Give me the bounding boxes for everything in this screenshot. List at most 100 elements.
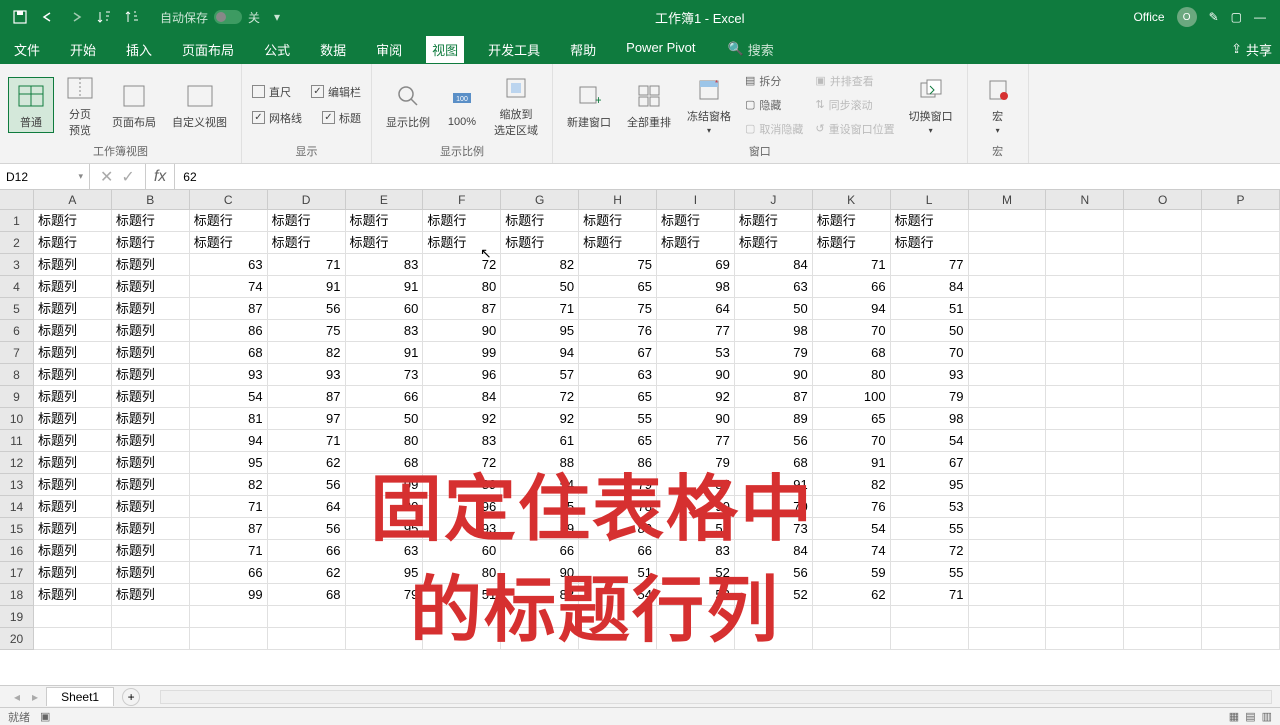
cell[interactable]: 标题列 bbox=[34, 298, 112, 320]
cell[interactable]: 90 bbox=[735, 364, 813, 386]
normal-view-icon[interactable]: ▦ bbox=[1229, 710, 1239, 723]
cell[interactable] bbox=[735, 606, 813, 628]
cell[interactable]: 67 bbox=[579, 342, 657, 364]
cell[interactable] bbox=[1124, 386, 1202, 408]
row-header[interactable]: 6 bbox=[0, 320, 34, 342]
cell[interactable]: 87 bbox=[268, 386, 346, 408]
cell[interactable] bbox=[657, 606, 735, 628]
cell[interactable] bbox=[1046, 342, 1124, 364]
cell[interactable]: 标题行 bbox=[112, 210, 190, 232]
headings-checkbox[interactable]: ✓标题 bbox=[320, 108, 363, 128]
cell[interactable]: 标题列 bbox=[34, 276, 112, 298]
row-header[interactable]: 3 bbox=[0, 254, 34, 276]
row-header[interactable]: 11 bbox=[0, 430, 34, 452]
column-header[interactable]: N bbox=[1046, 190, 1124, 209]
arrange-all-button[interactable]: 全部重排 bbox=[621, 78, 677, 132]
page-break-preview-button[interactable]: 分页 预览 bbox=[58, 70, 102, 140]
cell[interactable] bbox=[1124, 210, 1202, 232]
cell[interactable]: 54 bbox=[501, 474, 579, 496]
cell[interactable]: 标题列 bbox=[112, 452, 190, 474]
cell[interactable]: 66 bbox=[268, 540, 346, 562]
cell[interactable] bbox=[1046, 232, 1124, 254]
cell[interactable] bbox=[969, 452, 1047, 474]
cell[interactable]: 87 bbox=[423, 298, 501, 320]
cell[interactable]: 96 bbox=[423, 364, 501, 386]
cell[interactable] bbox=[969, 606, 1047, 628]
cell[interactable]: 标题行 bbox=[268, 210, 346, 232]
row-header[interactable]: 10 bbox=[0, 408, 34, 430]
cell[interactable]: 标题列 bbox=[34, 496, 112, 518]
cell[interactable]: 80 bbox=[423, 276, 501, 298]
cell[interactable] bbox=[969, 320, 1047, 342]
formula-input[interactable]: 62 bbox=[175, 170, 1280, 184]
menu-item-9[interactable]: 帮助 bbox=[564, 36, 602, 63]
cell[interactable] bbox=[1046, 408, 1124, 430]
cell[interactable]: 51 bbox=[423, 584, 501, 606]
cell[interactable]: 70 bbox=[735, 496, 813, 518]
cell[interactable] bbox=[1046, 276, 1124, 298]
cell[interactable] bbox=[969, 518, 1047, 540]
page-layout-button[interactable]: 页面布局 bbox=[106, 78, 162, 132]
cell[interactable] bbox=[1202, 320, 1280, 342]
column-header[interactable]: G bbox=[501, 190, 579, 209]
cell[interactable]: 71 bbox=[190, 540, 268, 562]
cell[interactable]: 标题列 bbox=[34, 562, 112, 584]
redo-button[interactable] bbox=[66, 7, 86, 27]
cell[interactable]: 65 bbox=[579, 430, 657, 452]
cell[interactable] bbox=[1202, 474, 1280, 496]
cell[interactable]: 53 bbox=[891, 496, 969, 518]
cell[interactable]: 88 bbox=[501, 452, 579, 474]
cell[interactable]: 标题列 bbox=[34, 342, 112, 364]
hide-button[interactable]: ▢隐藏 bbox=[741, 96, 807, 114]
cell[interactable] bbox=[891, 606, 969, 628]
cell[interactable]: 99 bbox=[346, 474, 424, 496]
cell[interactable] bbox=[1124, 452, 1202, 474]
cell[interactable]: 91 bbox=[813, 452, 891, 474]
cell[interactable]: 62 bbox=[268, 452, 346, 474]
cell[interactable]: 标题行 bbox=[813, 232, 891, 254]
cell[interactable] bbox=[1202, 298, 1280, 320]
cell[interactable]: 标题行 bbox=[657, 210, 735, 232]
cell[interactable]: 71 bbox=[501, 298, 579, 320]
menu-item-4[interactable]: 公式 bbox=[258, 36, 296, 63]
row-header[interactable]: 9 bbox=[0, 386, 34, 408]
cell[interactable]: 79 bbox=[657, 452, 735, 474]
cell[interactable] bbox=[891, 628, 969, 650]
cell[interactable]: 53 bbox=[657, 518, 735, 540]
cell[interactable]: 95 bbox=[190, 452, 268, 474]
cell[interactable]: 标题行 bbox=[190, 210, 268, 232]
cell[interactable]: 标题列 bbox=[34, 540, 112, 562]
switch-windows-button[interactable]: 切换窗口▾ bbox=[903, 72, 959, 137]
cell[interactable] bbox=[112, 606, 190, 628]
cell[interactable]: 65 bbox=[813, 408, 891, 430]
avatar[interactable]: O bbox=[1177, 7, 1197, 27]
menu-item-5[interactable]: 数据 bbox=[314, 36, 352, 63]
cell[interactable]: 66 bbox=[346, 386, 424, 408]
cell[interactable]: 93 bbox=[268, 364, 346, 386]
cell[interactable] bbox=[1202, 342, 1280, 364]
cell[interactable]: 标题列 bbox=[112, 562, 190, 584]
toggle-switch[interactable] bbox=[214, 10, 242, 24]
cell[interactable]: 标题行 bbox=[190, 232, 268, 254]
cell[interactable]: 86 bbox=[579, 452, 657, 474]
cell[interactable]: 95 bbox=[346, 518, 424, 540]
cell[interactable]: 91 bbox=[735, 474, 813, 496]
column-header[interactable]: C bbox=[190, 190, 268, 209]
column-header[interactable]: J bbox=[735, 190, 813, 209]
cell[interactable]: 94 bbox=[813, 298, 891, 320]
zoom-100-button[interactable]: 100100% bbox=[440, 80, 484, 130]
cell[interactable]: 51 bbox=[891, 298, 969, 320]
cell[interactable] bbox=[1124, 254, 1202, 276]
row-header[interactable]: 14 bbox=[0, 496, 34, 518]
cell[interactable]: 标题行 bbox=[579, 210, 657, 232]
cell[interactable]: 标题行 bbox=[891, 210, 969, 232]
cell[interactable]: 61 bbox=[501, 430, 579, 452]
cell[interactable]: 79 bbox=[579, 474, 657, 496]
cell[interactable]: 83 bbox=[346, 320, 424, 342]
ribbon-display-icon[interactable]: ▢ bbox=[1231, 10, 1242, 24]
cell[interactable]: 80 bbox=[346, 496, 424, 518]
cell[interactable] bbox=[1202, 628, 1280, 650]
cell[interactable]: 68 bbox=[190, 342, 268, 364]
menu-item-6[interactable]: 审阅 bbox=[370, 36, 408, 63]
cell[interactable]: 80 bbox=[579, 518, 657, 540]
